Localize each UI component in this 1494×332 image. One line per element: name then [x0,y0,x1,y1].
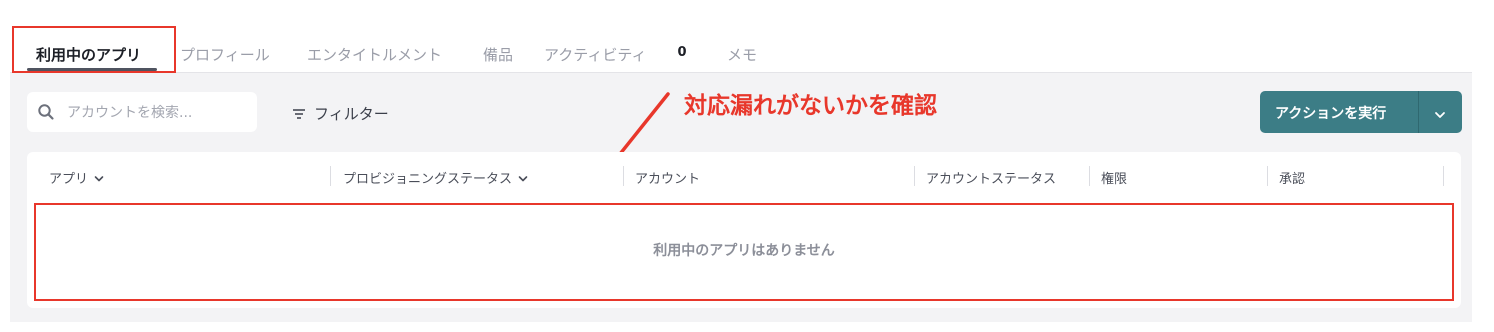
column-label: アプリ [49,172,89,187]
account-search[interactable] [27,92,257,132]
activity-count-badge: 0 [667,38,697,66]
column-header-account-status: アカウントステータス [914,152,1089,202]
column-label: プロビジョニングステータス [343,172,513,187]
tab-profile[interactable]: プロフィール [180,44,270,65]
column-divider [1089,166,1090,186]
column-divider [330,166,331,186]
filter-button[interactable]: フィルター [292,103,389,124]
run-action-button[interactable]: アクションを実行 [1260,91,1462,133]
column-label: アカウントステータス [926,172,1057,187]
column-header-account: アカウント [623,152,914,202]
column-header-permissions: 権限 [1089,152,1267,202]
column-label: アカウント [635,172,701,187]
run-action-label: アクションを実行 [1275,106,1387,122]
column-header-app[interactable]: アプリ [27,152,332,202]
column-divider [1267,166,1268,186]
search-input[interactable] [65,100,249,126]
column-header-approval: 承認 [1267,152,1445,202]
chevron-down-icon [94,172,104,187]
column-label: 承認 [1279,172,1306,187]
column-divider [914,166,915,186]
button-divider [1418,91,1419,133]
filter-label: フィルター [314,105,389,123]
tab-entitlements[interactable]: エンタイトルメント [307,44,442,65]
annotation-highlight-empty-state [34,203,1454,301]
search-icon [37,103,55,125]
annotation-text: 対応漏れがないかを確認 [684,93,937,119]
filter-icon [292,106,306,124]
tab-activity[interactable]: アクティビティ [544,44,646,65]
chevron-down-icon [518,172,528,187]
column-header-provisioning-status[interactable]: プロビジョニングステータス [330,152,623,202]
chevron-down-icon[interactable] [1433,106,1447,125]
tab-notes[interactable]: メモ [727,44,757,65]
annotation-highlight-tab [12,26,176,73]
column-label: 権限 [1101,172,1128,187]
tab-equipment[interactable]: 備品 [483,44,513,65]
column-divider [1443,166,1444,186]
column-divider [623,166,624,186]
